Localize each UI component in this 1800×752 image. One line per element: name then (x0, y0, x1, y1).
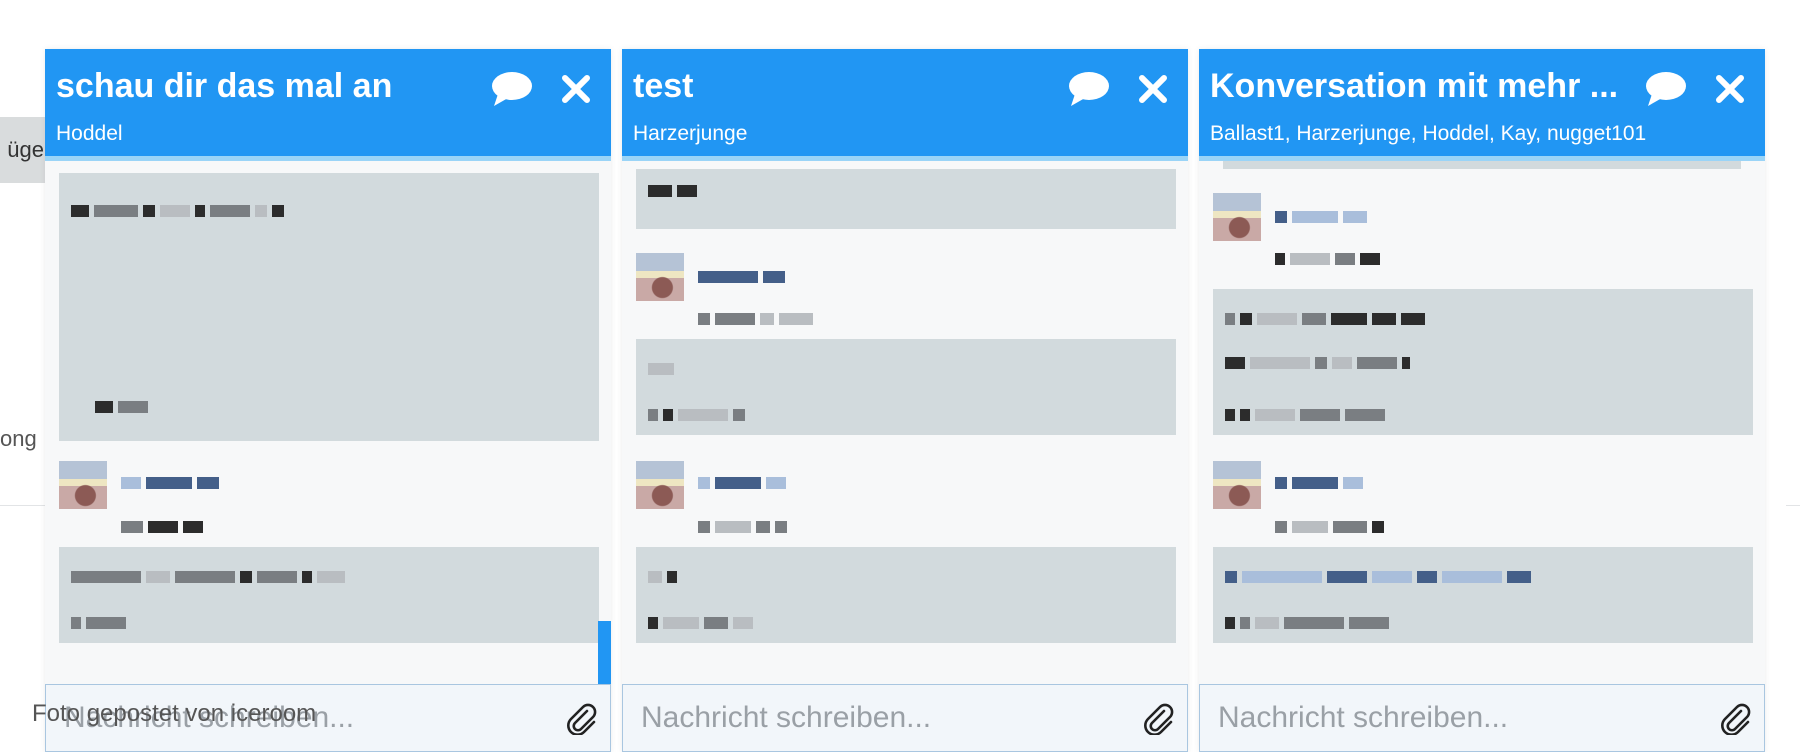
message-bubble (636, 547, 1176, 643)
conversation-title: Konversation mit mehr ... (1210, 67, 1619, 105)
message-meta (698, 521, 787, 533)
speech-bubble-icon[interactable] (1641, 65, 1691, 113)
message-author (698, 271, 785, 283)
background-text: ong (0, 426, 37, 451)
message-meta (1275, 253, 1380, 265)
message-input[interactable] (1200, 685, 1708, 751)
message-meta (1275, 521, 1384, 533)
message-list[interactable] (1199, 161, 1765, 716)
message-input[interactable] (46, 685, 554, 751)
chat-window: Konversation mit mehr ... Ballast1, Harz… (1199, 49, 1765, 752)
message-bubble (636, 339, 1176, 435)
paperclip-icon[interactable] (1708, 690, 1764, 746)
avatar (1213, 461, 1261, 509)
avatar (636, 461, 684, 509)
message-composer (45, 684, 611, 752)
chat-window-header[interactable]: schau dir das mal an Hoddel (45, 49, 611, 161)
background-divider (0, 505, 45, 506)
message-composer (1199, 684, 1765, 752)
speech-bubble-icon[interactable] (1064, 65, 1114, 113)
conversation-title: test (633, 67, 694, 105)
chat-window: test Harzerjunge (622, 49, 1188, 752)
paperclip-icon[interactable] (1131, 690, 1187, 746)
avatar (636, 253, 684, 301)
message-author (121, 477, 219, 489)
chat-window: schau dir das mal an Hoddel (45, 49, 611, 752)
message-bubble (636, 169, 1176, 229)
message-bubble (1213, 289, 1753, 435)
message-input[interactable] (623, 685, 1131, 751)
chat-window-header[interactable]: Konversation mit mehr ... Ballast1, Harz… (1199, 49, 1765, 161)
chat-window-header[interactable]: test Harzerjunge (622, 49, 1188, 161)
conversation-participants: Ballast1, Harzerjunge, Hoddel, Kay, nugg… (1210, 122, 1647, 145)
background-button-label: üge (7, 137, 44, 162)
message-list[interactable] (45, 161, 611, 716)
message-meta (121, 521, 203, 533)
paperclip-icon[interactable] (554, 690, 610, 746)
conversation-participants: Harzerjunge (633, 122, 748, 145)
background-button[interactable]: üge (0, 117, 46, 183)
close-icon[interactable] (551, 65, 601, 113)
message-composer (622, 684, 1188, 752)
message-author (698, 477, 786, 489)
message-author (1275, 477, 1363, 489)
message-bubble (1223, 161, 1741, 169)
message-bubble (59, 547, 599, 643)
message-meta (698, 313, 813, 325)
background-divider (1786, 505, 1800, 506)
conversation-participants: Hoddel (56, 122, 123, 145)
close-icon[interactable] (1128, 65, 1178, 113)
message-bubble (59, 173, 599, 441)
avatar (59, 461, 107, 509)
close-icon[interactable] (1705, 65, 1755, 113)
conversation-title: schau dir das mal an (56, 67, 393, 105)
message-list[interactable] (622, 161, 1188, 716)
message-author (1275, 211, 1367, 223)
avatar (1213, 193, 1261, 241)
message-bubble (1213, 547, 1753, 643)
speech-bubble-icon[interactable] (487, 65, 537, 113)
